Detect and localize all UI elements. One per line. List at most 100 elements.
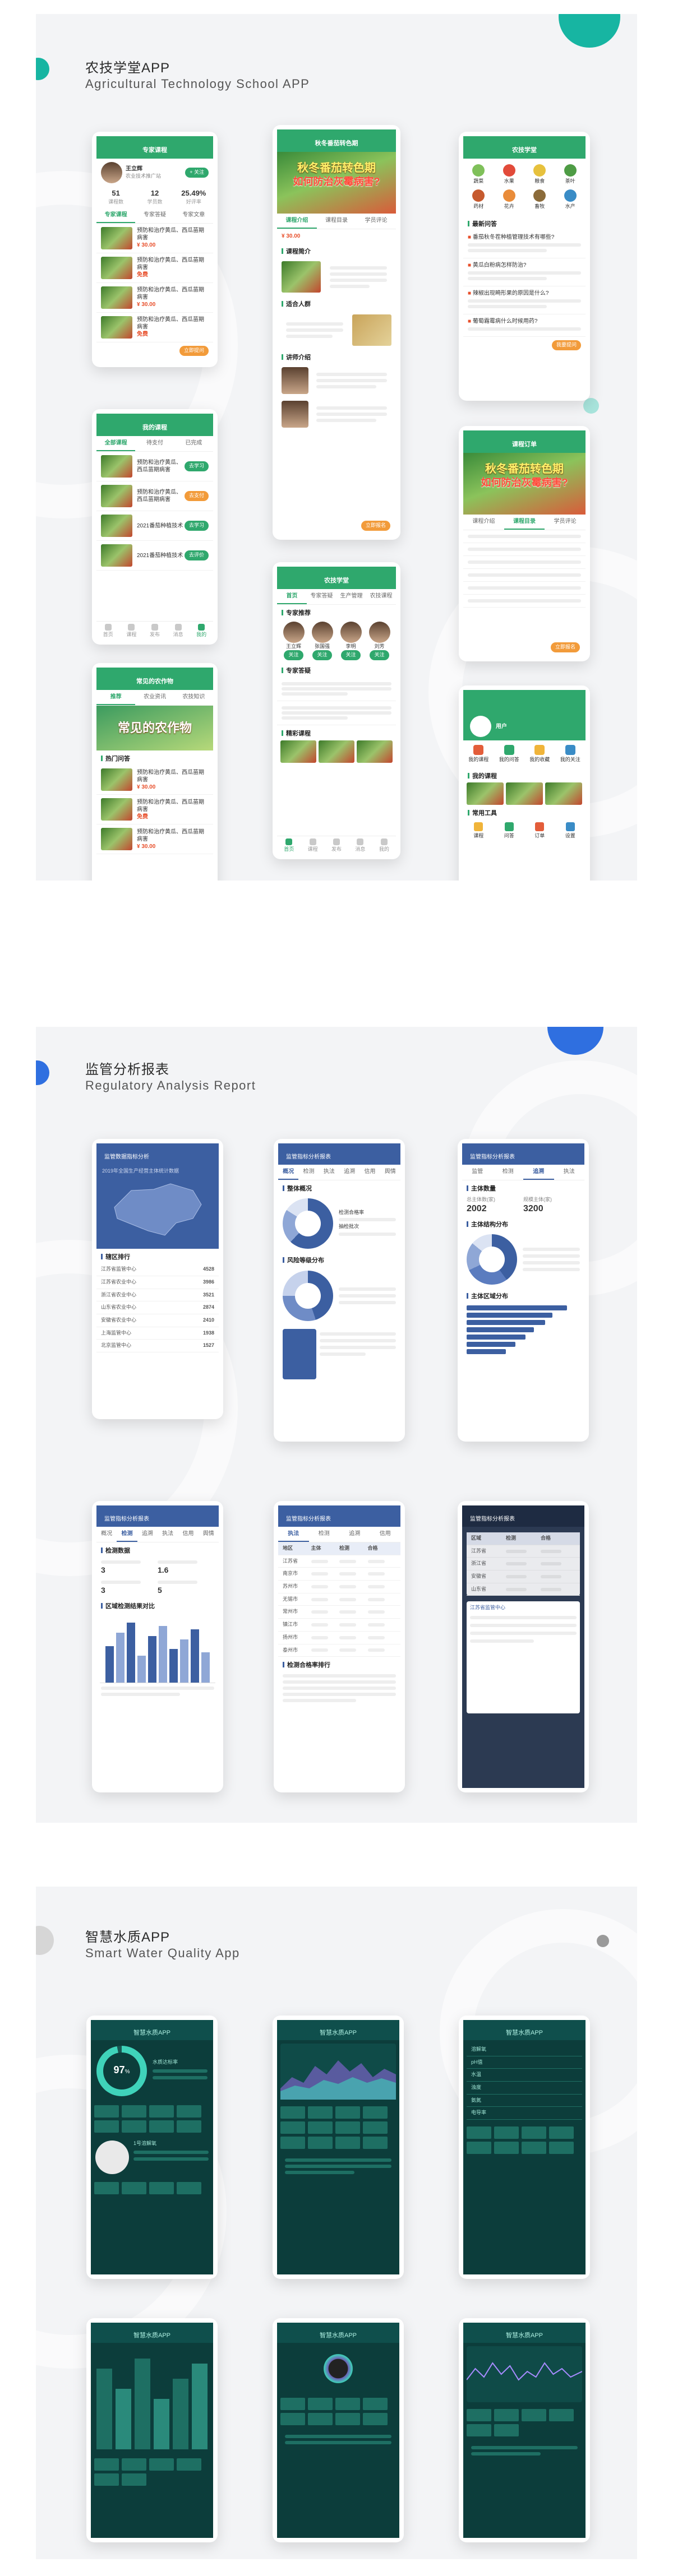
table-row[interactable]: 安徽省 xyxy=(467,1570,580,1583)
list-item[interactable]: 预防和治疗黄瓜、西瓜苗期病害 去学习 xyxy=(96,452,213,481)
table-row[interactable]: 氨氮 xyxy=(467,2095,582,2107)
table-row[interactable]: 上海监管中心 1938 xyxy=(96,1327,219,1340)
tab-qa[interactable]: 专家答疑 xyxy=(135,208,174,223)
table-row[interactable]: 镇江市 xyxy=(278,1619,400,1632)
follow-button[interactable]: + 关注 xyxy=(185,168,209,178)
tab-articles[interactable]: 专家文章 xyxy=(174,208,213,223)
table-row[interactable]: 江苏省监管中心 4528 xyxy=(96,1263,219,1276)
tab-intro[interactable]: 课程介绍 xyxy=(277,214,317,229)
table-row[interactable]: 扬州市 xyxy=(278,1632,400,1644)
table-row[interactable]: 浊度 xyxy=(467,2082,582,2095)
table-row[interactable]: 泰州市 xyxy=(278,1644,400,1657)
tab[interactable]: 舆情 xyxy=(199,1527,219,1542)
tab-courses[interactable]: 专家课程 xyxy=(96,208,136,223)
crops-banner[interactable]: 常见的农作物 xyxy=(96,706,213,750)
tab[interactable]: 概况 xyxy=(96,1527,117,1542)
follow-button[interactable]: 关注 xyxy=(341,650,361,660)
tab-unpaid[interactable]: 待支付 xyxy=(135,436,174,451)
course-thumbnail[interactable] xyxy=(545,782,582,805)
follow-button[interactable]: 关注 xyxy=(370,650,389,660)
tab-news[interactable]: 农业资讯 xyxy=(135,690,174,705)
list-item[interactable]: 预防和治疗黄瓜、西瓜苗期病害 ¥ 30.00 xyxy=(96,224,213,253)
category-item[interactable]: 粮食 xyxy=(524,162,555,187)
tab[interactable]: 检测 xyxy=(493,1165,524,1180)
tool-item[interactable]: 订单 xyxy=(524,822,555,840)
category-item[interactable]: 蔬菜 xyxy=(463,162,494,187)
table-row[interactable]: 溶解氧 xyxy=(467,2044,582,2056)
ask-button[interactable]: 立即提问 xyxy=(179,345,209,356)
tab[interactable]: 检测 xyxy=(298,1165,319,1180)
tab[interactable]: 舆情 xyxy=(380,1165,400,1180)
ask-button[interactable]: 我要提问 xyxy=(551,340,581,350)
tool-item[interactable]: 设置 xyxy=(555,822,586,840)
follow-button[interactable]: 关注 xyxy=(284,650,303,660)
table-row[interactable]: pH值 xyxy=(467,2056,582,2069)
category-item[interactable]: 水果 xyxy=(494,162,525,187)
menu-item[interactable]: 我的收藏 xyxy=(524,745,555,763)
tab[interactable]: 概况 xyxy=(278,1165,299,1180)
table-row[interactable]: 山东省农业中心 2874 xyxy=(96,1301,219,1315)
table-row[interactable]: 无锡市 xyxy=(278,1593,400,1606)
follow-button[interactable]: 关注 xyxy=(312,650,332,660)
tab[interactable]: 执法 xyxy=(319,1165,339,1180)
nav-home[interactable]: 首页 xyxy=(96,622,120,640)
table-row[interactable]: 江苏省 xyxy=(467,1545,580,1558)
tab[interactable]: 追溯 xyxy=(137,1527,158,1542)
list-item[interactable]: 2021番茄种植技术 去学习 xyxy=(96,511,213,541)
nav-me[interactable]: 我的 xyxy=(372,836,396,855)
tab[interactable]: 追溯 xyxy=(339,1165,359,1180)
tab-reviews[interactable]: 学员评论 xyxy=(545,515,586,530)
list-item[interactable]: 2021番茄种植技术 去评价 xyxy=(96,541,213,571)
tab[interactable]: 执法 xyxy=(158,1527,178,1542)
category-item[interactable]: 畜牧 xyxy=(524,187,555,212)
table-row[interactable]: 苏州市 xyxy=(278,1581,400,1593)
table-row[interactable]: 水温 xyxy=(467,2069,582,2082)
tab-recommend[interactable]: 推荐 xyxy=(96,690,136,705)
tab[interactable]: 执法 xyxy=(554,1165,585,1180)
menu-item[interactable]: 我的课程 xyxy=(463,745,494,763)
enroll-button[interactable]: 立即报名 xyxy=(361,521,390,531)
study-button[interactable]: 去学习 xyxy=(184,461,209,471)
table-row[interactable]: 北京监管中心 1527 xyxy=(96,1340,219,1353)
tab-courses[interactable]: 农技课程 xyxy=(366,589,396,604)
table-row[interactable]: 江苏省 xyxy=(278,1555,400,1568)
list-item[interactable]: ■ 辣椒出现畸形果的原因是什么? xyxy=(463,286,586,315)
tab[interactable]: 监管 xyxy=(462,1165,493,1180)
tab[interactable]: 信用 xyxy=(370,1527,401,1542)
menu-item[interactable]: 我的问答 xyxy=(494,745,525,763)
nav-post[interactable]: 发布 xyxy=(325,836,348,855)
tab-manage[interactable]: 生产管理 xyxy=(336,589,366,604)
tab[interactable]: 信用 xyxy=(359,1165,380,1180)
list-item[interactable]: ■ 黄瓜白粉病怎样防治? xyxy=(463,258,586,287)
nav-home[interactable]: 首页 xyxy=(277,836,301,855)
category-item[interactable]: 花卉 xyxy=(494,187,525,212)
course-thumbnail[interactable] xyxy=(319,740,354,763)
course-thumbnail[interactable] xyxy=(467,782,504,805)
list-item[interactable]: 预防和治疗黄瓜、西瓜苗期病害 去支付 xyxy=(96,481,213,511)
expert-card[interactable]: 张国强 关注 xyxy=(309,622,335,660)
tab-intro[interactable]: 课程介绍 xyxy=(463,515,504,530)
list-item[interactable]: ■ 番茄秋冬茬种植管理技术有哪些? xyxy=(463,230,586,259)
tool-item[interactable]: 问答 xyxy=(494,822,525,840)
tab-catalog[interactable]: 课程目录 xyxy=(504,515,545,530)
avatar[interactable] xyxy=(470,716,491,737)
nav-post[interactable]: 发布 xyxy=(143,622,167,640)
tab-knowledge[interactable]: 农技知识 xyxy=(174,690,213,705)
nav-course[interactable]: 课程 xyxy=(120,622,144,640)
table-row[interactable]: 电导率 xyxy=(467,2107,582,2120)
category-item[interactable]: 水产 xyxy=(555,187,586,212)
tab-qa[interactable]: 专家答疑 xyxy=(307,589,336,604)
expert-card[interactable]: 李明 关注 xyxy=(338,622,364,660)
table-row[interactable]: 山东省 xyxy=(467,1583,580,1596)
menu-item[interactable]: 我的关注 xyxy=(555,745,586,763)
course-thumbnail[interactable] xyxy=(506,782,543,805)
expert-card[interactable]: 王立辉 关注 xyxy=(280,622,307,660)
list-item[interactable]: 预防和治疗黄瓜、西瓜苗期病害 ¥ 30.00 xyxy=(96,283,213,313)
pay-button[interactable]: 去支付 xyxy=(184,491,209,501)
category-item[interactable]: 药材 xyxy=(463,187,494,212)
list-item[interactable]: ■ 葡萄霜霉病什么时候用药? xyxy=(463,314,586,337)
table-row[interactable]: 常州市 xyxy=(278,1606,400,1619)
review-button[interactable]: 去评价 xyxy=(184,550,209,560)
tab[interactable]: 执法 xyxy=(278,1527,309,1542)
tab[interactable]: 追溯 xyxy=(523,1165,554,1180)
